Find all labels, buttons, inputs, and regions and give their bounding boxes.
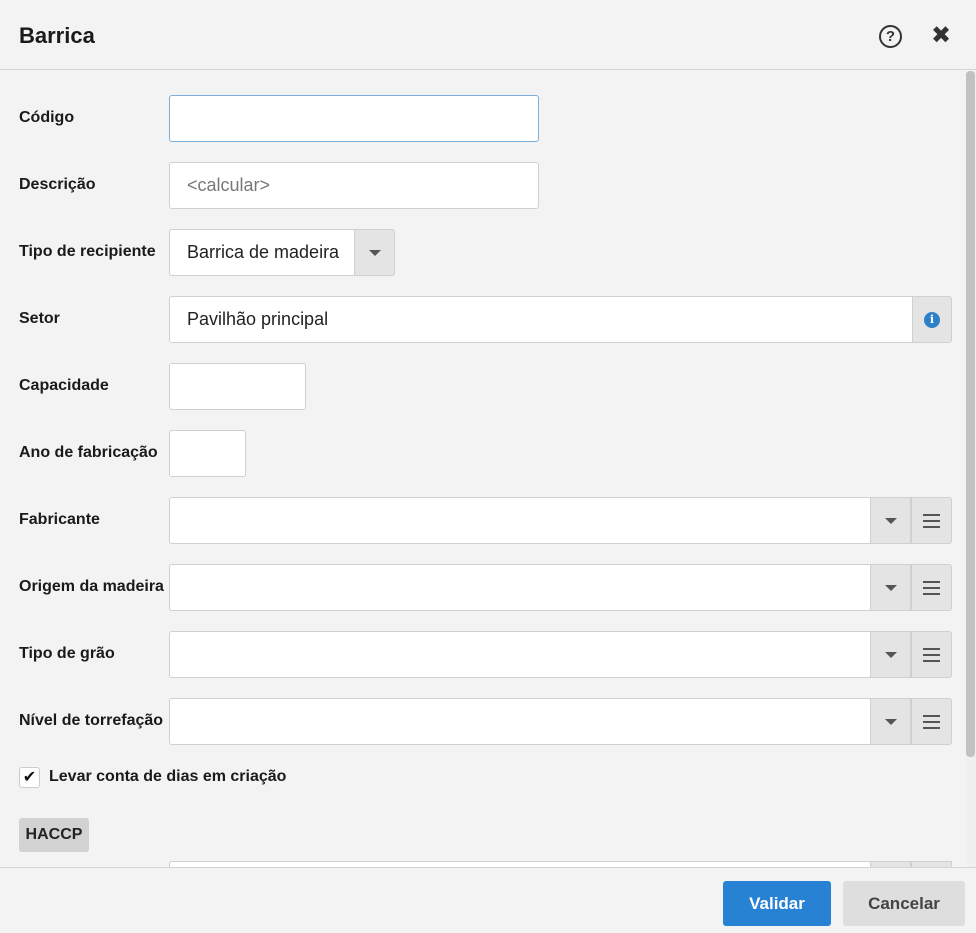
nivel-torrefacao-select[interactable] bbox=[169, 698, 871, 745]
setor-label: Setor bbox=[19, 310, 60, 327]
origem-madeira-select[interactable] bbox=[169, 564, 871, 611]
list-icon bbox=[923, 513, 940, 528]
vertical-scrollbar[interactable] bbox=[966, 71, 976, 867]
tipo-grao-select[interactable] bbox=[169, 631, 871, 678]
setor-row: Setor Pavilhão principal i bbox=[0, 296, 966, 343]
tipo-grao-label: Tipo de grão bbox=[19, 645, 115, 662]
tipo-recipiente-label: Tipo de recipiente bbox=[19, 243, 156, 260]
validate-button[interactable]: Validar bbox=[723, 881, 831, 926]
codigo-row: Código bbox=[0, 95, 966, 142]
descricao-row: Descrição <calcular> bbox=[0, 162, 966, 209]
dialog-footer: Validar Cancelar bbox=[0, 867, 976, 933]
chevron-down-icon bbox=[884, 584, 897, 591]
setor-info-button[interactable]: i bbox=[912, 296, 952, 343]
ano-fabricacao-row: Ano de fabricação bbox=[0, 430, 966, 477]
nivel-torrefacao-dropdown-button[interactable] bbox=[870, 698, 911, 745]
tipo-recipiente-row: Tipo de recipiente Barrica de madeira bbox=[0, 229, 966, 276]
descricao-placeholder: <calcular> bbox=[187, 175, 271, 195]
capacidade-input[interactable] bbox=[169, 363, 306, 410]
nivel-torrefacao-label: Nível de torrefação bbox=[19, 712, 164, 729]
nivel-torrefacao-row: Nível de torrefação bbox=[0, 698, 966, 745]
codigo-input[interactable] bbox=[169, 95, 539, 142]
descricao-label: Descrição bbox=[19, 176, 96, 193]
list-icon bbox=[923, 714, 940, 729]
tipo-recipiente-select[interactable]: Barrica de madeira bbox=[169, 229, 355, 276]
ano-fabricacao-label: Ano de fabricação bbox=[19, 444, 158, 461]
nivel-torrefacao-list-button[interactable] bbox=[911, 698, 952, 745]
levar-conta-checkbox[interactable]: ✔ bbox=[19, 767, 40, 788]
fabricante-label: Fabricante bbox=[19, 511, 100, 528]
list-icon bbox=[923, 580, 940, 595]
tipo-grao-list-button[interactable] bbox=[911, 631, 952, 678]
info-icon: i bbox=[924, 311, 940, 328]
chevron-down-icon bbox=[884, 651, 897, 658]
fabricante-dropdown-button[interactable] bbox=[870, 497, 911, 544]
tipo-grao-row: Tipo de grão bbox=[0, 631, 966, 678]
codigo-label: Código bbox=[19, 109, 75, 126]
capacidade-row: Capacidade bbox=[0, 363, 966, 410]
cancel-button[interactable]: Cancelar bbox=[843, 881, 965, 926]
chevron-down-icon bbox=[884, 718, 897, 725]
chevron-down-icon bbox=[884, 517, 897, 524]
capacidade-label: Capacidade bbox=[19, 377, 109, 394]
close-icon[interactable]: ✖ bbox=[930, 23, 952, 49]
origem-madeira-list-button[interactable] bbox=[911, 564, 952, 611]
ano-fabricacao-input[interactable] bbox=[169, 430, 246, 477]
form-content: Código Descrição <calcular> Tipo de reci… bbox=[0, 71, 966, 867]
scrollbar-thumb[interactable] bbox=[966, 71, 975, 757]
dialog-title: Barrica bbox=[19, 23, 95, 48]
haccp-section-badge: HACCP bbox=[19, 818, 89, 852]
origem-madeira-dropdown-button[interactable] bbox=[870, 564, 911, 611]
tipo-grao-dropdown-button[interactable] bbox=[870, 631, 911, 678]
descricao-input[interactable]: <calcular> bbox=[169, 162, 539, 209]
setor-input[interactable]: Pavilhão principal bbox=[169, 296, 913, 343]
fabricante-list-button[interactable] bbox=[911, 497, 952, 544]
tipo-recipiente-dropdown-button[interactable] bbox=[354, 229, 395, 276]
fabricante-row: Fabricante bbox=[0, 497, 966, 544]
help-icon[interactable]: ? bbox=[879, 25, 902, 48]
dialog-header: Barrica ? ✖ bbox=[0, 0, 976, 70]
origem-madeira-label: Origem da madeira bbox=[19, 578, 164, 595]
chevron-down-icon bbox=[368, 249, 381, 256]
levar-conta-label[interactable]: Levar conta de dias em criação bbox=[49, 768, 286, 786]
fabricante-select[interactable] bbox=[169, 497, 871, 544]
list-icon bbox=[923, 647, 940, 662]
origem-madeira-row: Origem da madeira bbox=[0, 564, 966, 611]
